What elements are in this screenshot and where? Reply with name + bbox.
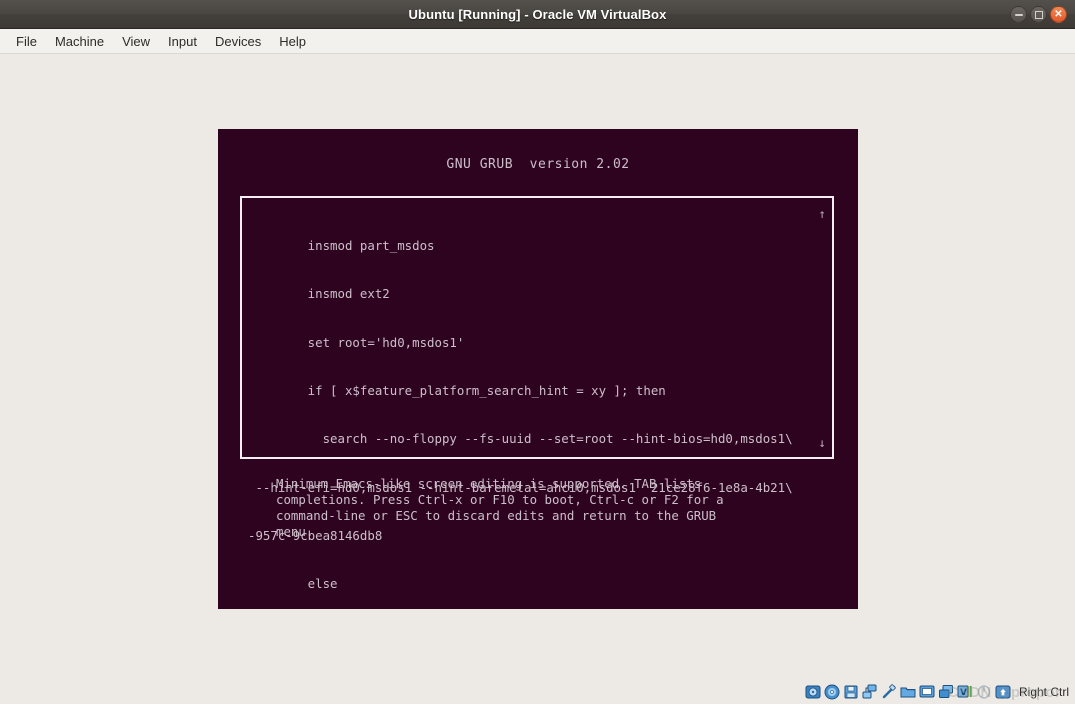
vm-statusbar: V Right Ctrl	[0, 680, 1075, 704]
window-controls: ✕	[1010, 0, 1067, 29]
vm-viewport-area: GNU GRUB version 2.02 ↑ ↓ insmod part_ms…	[0, 54, 1075, 704]
close-button[interactable]: ✕	[1050, 6, 1067, 23]
grub-line: else	[248, 576, 338, 592]
display-icon[interactable]	[919, 684, 935, 700]
grub-edit-box[interactable]: ↑ ↓ insmod part_msdos insmod ext2 set ro…	[240, 196, 834, 591]
maximize-button[interactable]	[1030, 6, 1047, 23]
grub-line: insmod ext2	[248, 286, 390, 302]
shared-folder-icon[interactable]	[900, 684, 916, 700]
grub-line: search --no-floppy --fs-uuid --set=root …	[248, 431, 793, 447]
minimize-button[interactable]	[1010, 6, 1027, 23]
video-capture-icon[interactable]: V	[957, 684, 973, 700]
optical-disk-icon[interactable]	[824, 684, 840, 700]
window-title: Ubuntu [Running] - Oracle VM VirtualBox	[408, 6, 667, 22]
host-key-icon[interactable]	[995, 684, 1011, 700]
menu-help[interactable]: Help	[271, 31, 314, 52]
grub-line: insmod part_msdos	[248, 238, 435, 254]
floppy-disk-icon[interactable]	[843, 684, 859, 700]
svg-text:V: V	[960, 688, 967, 698]
menu-devices[interactable]: Devices	[207, 31, 269, 52]
menu-input[interactable]: Input	[160, 31, 205, 52]
maximize-icon	[1034, 10, 1043, 19]
grub-edit-lines: insmod part_msdos insmod ext2 set root='…	[248, 206, 826, 609]
grub-screen[interactable]: GNU GRUB version 2.02 ↑ ↓ insmod part_ms…	[218, 129, 858, 609]
hard-disk-icon[interactable]	[805, 684, 821, 700]
grub-version-title: GNU GRUB version 2.02	[446, 157, 630, 172]
usb-icon[interactable]	[881, 684, 897, 700]
minimize-icon	[1014, 13, 1023, 16]
grub-line: set root='hd0,msdos1'	[248, 334, 465, 350]
host-key-label: Right Ctrl	[1018, 685, 1069, 699]
grub-line: if [ x$feature_platform_search_hint = xy…	[248, 383, 666, 399]
menubar: File Machine View Input Devices Help	[0, 29, 1075, 54]
scroll-up-arrow-icon[interactable]: ↑	[819, 207, 826, 220]
grub-help-text: Minimum Emacs-like screen editing is sup…	[276, 476, 724, 540]
mouse-integration-icon[interactable]	[976, 684, 992, 700]
remote-display-icon[interactable]	[938, 684, 954, 700]
network-icon[interactable]	[862, 684, 878, 700]
close-icon: ✕	[1054, 8, 1063, 20]
menu-view[interactable]: View	[114, 31, 158, 52]
menu-file[interactable]: File	[8, 31, 45, 52]
window-titlebar: Ubuntu [Running] - Oracle VM VirtualBox …	[0, 0, 1075, 29]
menu-machine[interactable]: Machine	[47, 31, 112, 52]
